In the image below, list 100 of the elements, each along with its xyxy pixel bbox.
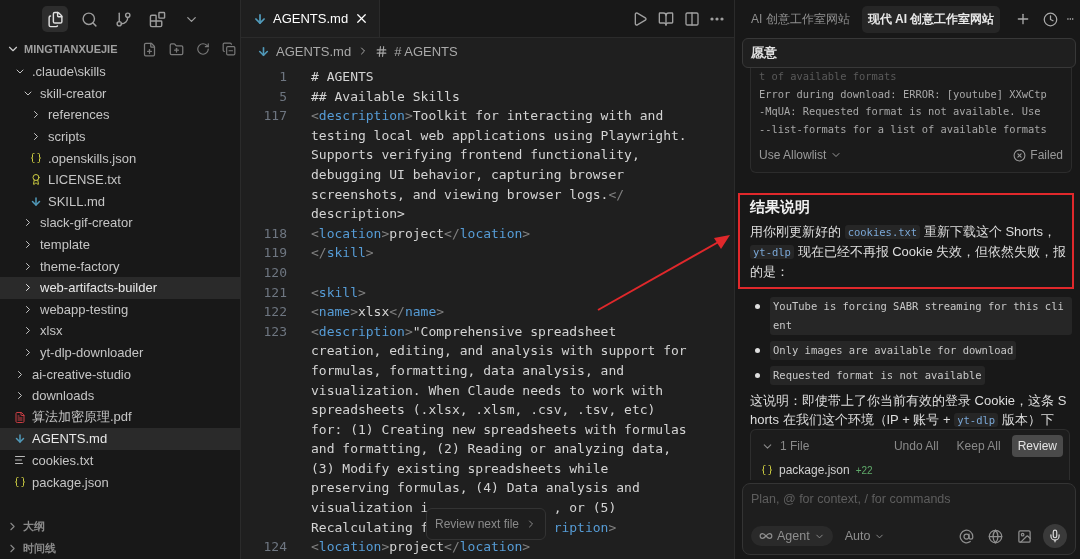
line-number: 5 — [278, 87, 287, 106]
bullet-dot — [755, 348, 760, 354]
code-line: ## Available Skills — [311, 87, 460, 106]
action-button[interactable]: Keep All — [949, 439, 1008, 453]
chat-input[interactable]: Plan, @ for context, / for commands Agent Auto — [742, 483, 1076, 555]
file-item[interactable]: AGENTS.md — [0, 428, 240, 450]
code-fragment: ription> — [553, 518, 617, 537]
braces-icon — [30, 152, 42, 165]
pdf-icon — [14, 410, 26, 424]
chat-tab[interactable]: 现代 AI 创意工作室网站 — [861, 5, 1001, 33]
added-lines: +22 — [855, 464, 873, 476]
folder-item[interactable]: xlsx — [0, 320, 240, 342]
markdown-icon — [257, 44, 270, 58]
file-item[interactable]: cookies.txt — [0, 449, 240, 472]
branch-icon — [114, 10, 132, 28]
braces-icon — [761, 464, 773, 476]
code-line: <description>Toolkit for interacting with and — [311, 107, 664, 126]
review-button[interactable]: Review — [1011, 435, 1063, 457]
output-line: t of available formats — [759, 69, 898, 84]
blocks-icon — [148, 10, 166, 28]
folder-item[interactable]: template — [0, 233, 240, 256]
code-fragment: , or (5) — [553, 499, 617, 518]
code-line: formulas, formatting, data analysis, and — [311, 361, 625, 380]
code-line: </skill> — [311, 244, 374, 263]
user-message: 愿意 — [742, 38, 1076, 68]
folder-item[interactable]: slack-gif-creator — [0, 212, 240, 234]
line-number: 118 — [262, 224, 287, 243]
line-number: 117 — [262, 107, 287, 126]
code-line: # AGENTS — [311, 68, 374, 86]
folder-item[interactable]: skill-creator — [0, 82, 240, 105]
more-icon[interactable] — [710, 16, 724, 21]
code-line: visualization. When Claude needs to work with — [311, 381, 664, 400]
line-number: 119 — [262, 244, 287, 263]
output-line: -MqUA: Requested format is not available. Use — [759, 104, 1042, 120]
symbol-icon — [375, 44, 389, 58]
code-line: spreadsheets (.xlsx, .xlsm, .csv, .tsv, etc) — [311, 401, 656, 420]
line-number: 121 — [262, 283, 287, 302]
paragraph: 用你刚更新好的 cookies.txt 重新下载这个 Shorts， yt-dlp 现在已经不再报 Cookie 失效，但依然失败，报的是： — [750, 223, 1068, 282]
more-icon[interactable] — [1067, 17, 1074, 21]
play-icon — [632, 10, 648, 27]
ribbon-icon — [30, 173, 42, 187]
code-line: <location>project</location> — [311, 224, 531, 243]
line-number: 120 — [262, 263, 287, 282]
file-item[interactable]: LICENSE.txt — [0, 168, 240, 191]
breadcrumb-item[interactable]: # AGENTS — [394, 43, 458, 59]
bullet-dot — [755, 373, 760, 379]
code-line: for: (1) Creating new spreadsheets with formulas — [311, 420, 687, 439]
action-button[interactable]: Undo All — [886, 439, 946, 453]
folder-item[interactable]: webapp-testing — [0, 298, 240, 321]
search-icon — [80, 10, 98, 28]
split-editor-icon — [684, 10, 700, 27]
folder-item[interactable]: yt-dlp-downloader — [0, 341, 240, 364]
bullet-item: Only images are available for download — [770, 341, 1017, 361]
folder-item[interactable]: web-artifacts-builder — [0, 276, 240, 299]
code-line: and formatting, (2) Reading or analyzing data, — [311, 440, 672, 459]
section-heading: 结果说明 — [750, 198, 811, 218]
code-line: testing local web applications using Playwright. — [311, 126, 687, 145]
line-number: 1 — [278, 68, 287, 86]
allowlist-dropdown[interactable]: Use Allowlist — [759, 148, 843, 163]
panel-section-header[interactable]: 大纲 — [0, 515, 240, 537]
folder-item[interactable]: downloads — [0, 384, 240, 407]
editor-tab[interactable]: AGENTS.md — [241, 0, 381, 37]
panel-section-header[interactable]: 时间线 — [0, 537, 240, 559]
changed-file[interactable]: package.json — [761, 463, 850, 477]
code-line: <name>xlsx</name> — [311, 303, 445, 322]
bullet-item: Requested format is not available — [770, 366, 985, 386]
activity-button[interactable] — [42, 6, 68, 32]
line-number: 122 — [262, 303, 287, 322]
code-fragment: visualization i — [311, 500, 429, 516]
mic-button[interactable] — [1043, 524, 1067, 548]
file-item[interactable]: 算法加密原理.pdf — [0, 406, 240, 429]
file-item[interactable]: package.json — [0, 471, 240, 493]
review-next-file-tooltip[interactable]: Review next file — [426, 508, 547, 540]
braces-icon — [14, 476, 26, 489]
markdown-icon — [14, 432, 26, 446]
breadcrumb-item[interactable]: AGENTS.md — [276, 43, 352, 59]
code-line: <description>"Comprehensive spreadsheet — [311, 322, 617, 341]
mode-dropdown[interactable]: Agent — [751, 526, 833, 546]
status-label: Failed — [1030, 148, 1063, 163]
text-file-icon — [14, 454, 26, 467]
folder-item[interactable]: scripts — [0, 125, 240, 148]
code-line: <location>project</location> — [311, 538, 531, 557]
mic-icon — [1048, 529, 1062, 543]
model-dropdown[interactable]: Auto — [840, 526, 890, 546]
bullet-item: YouTube is forcing SABR streaming for this client — [770, 297, 1072, 336]
chat-tab[interactable]: AI 创意工作室网站 — [745, 5, 856, 33]
bullet-dot — [755, 304, 760, 310]
file-item[interactable]: .openskills.json — [0, 147, 240, 169]
folder-item[interactable]: .claude\skills — [0, 61, 240, 83]
folder-item[interactable]: references — [0, 104, 240, 126]
folder-item[interactable]: ai-creative-studio — [0, 363, 240, 385]
output-line: --list-formats for a list of available formats — [759, 121, 1048, 137]
output-line: Error during download: ERROR: [youtube] XXwCtp — [759, 86, 1048, 102]
code-line: Supports verifying frontend functionality, — [311, 146, 640, 165]
folder-item[interactable]: theme-factory — [0, 255, 240, 277]
code-line: description> — [311, 205, 405, 224]
failed-icon — [1013, 148, 1027, 162]
files-toggle[interactable]: 1 File — [761, 439, 810, 453]
explorer-root[interactable]: MINGTIANXUEJIE — [0, 38, 240, 60]
file-item[interactable]: SKILL.md — [0, 190, 240, 213]
